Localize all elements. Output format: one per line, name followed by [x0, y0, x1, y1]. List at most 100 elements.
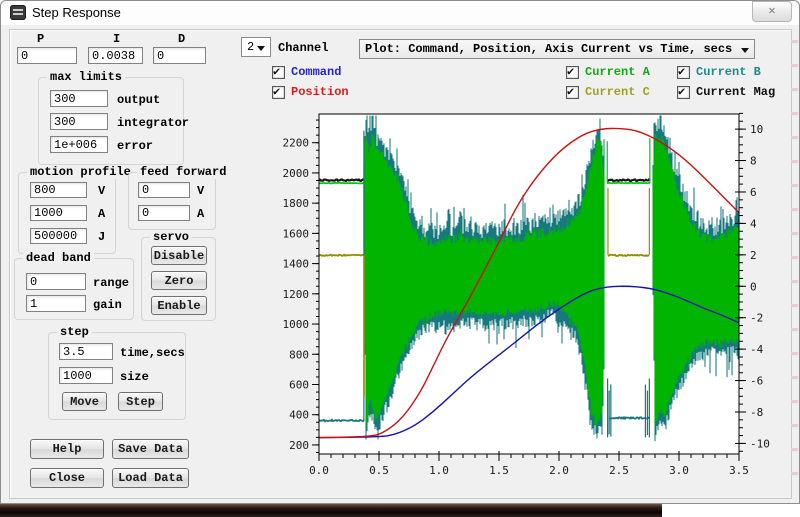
chevron-down-icon	[741, 48, 749, 53]
svg-text:200: 200	[289, 439, 309, 452]
plot-select[interactable]: Plot: Command, Position, Axis Current vs…	[359, 39, 755, 59]
integrator-limit-label: integrator	[117, 116, 189, 130]
trace-current-c	[319, 255, 364, 256]
command-checkbox[interactable]: ✔	[272, 66, 285, 79]
step-size-label: size	[120, 370, 149, 384]
background-artifact	[791, 40, 798, 43]
close-button[interactable]: Close	[30, 468, 104, 488]
background-artifact	[791, 424, 798, 427]
svg-text:0.5: 0.5	[369, 464, 389, 477]
close-window-button[interactable]: ✕	[752, 1, 792, 22]
svg-text:-4: -4	[750, 343, 764, 356]
move-button[interactable]: Move	[62, 392, 107, 411]
current-c-checkbox-label: Current C	[585, 85, 650, 99]
svg-text:-8: -8	[750, 406, 763, 419]
step-size-input[interactable]	[59, 367, 113, 384]
current-b-checkbox-label: Current B	[696, 65, 761, 79]
step-response-chart: 0.00.51.01.52.02.53.03.52004006008001000…	[271, 106, 799, 484]
check-icon: ✔	[678, 84, 685, 99]
trace-current-c	[608, 255, 649, 256]
velocity-input[interactable]	[30, 182, 87, 198]
chart-container: 0.00.51.01.52.02.53.03.52004006008001000…	[271, 106, 799, 484]
check-icon: ✔	[567, 64, 574, 79]
current-a-checkbox[interactable]: ✔	[566, 66, 579, 79]
current-mag-checkbox[interactable]: ✔	[677, 86, 690, 99]
background-window-edge	[0, 504, 662, 517]
svg-text:-2: -2	[750, 312, 763, 325]
background-artifact	[791, 400, 798, 403]
gain-label: gain	[93, 298, 122, 312]
integrator-limit-input[interactable]	[50, 113, 108, 130]
jerk-input[interactable]	[30, 228, 87, 244]
svg-text:1200: 1200	[283, 288, 310, 301]
feed-forward-title: feed forward	[137, 165, 229, 179]
i-label: I	[113, 32, 120, 46]
svg-text:3.0: 3.0	[669, 464, 689, 477]
svg-text:1.5: 1.5	[489, 464, 509, 477]
background-artifact	[791, 376, 798, 379]
i-input[interactable]	[88, 47, 143, 64]
step-title: step	[57, 325, 92, 339]
save-data-button[interactable]: Save Data	[112, 439, 189, 459]
p-label: P	[37, 32, 44, 46]
channel-select[interactable]: 2	[241, 37, 271, 57]
background-artifact	[791, 472, 798, 475]
check-icon: ✔	[567, 84, 574, 99]
current-b-checkbox[interactable]: ✔	[677, 66, 690, 79]
background-artifact	[791, 208, 798, 211]
help-button[interactable]: Help	[30, 439, 104, 459]
range-input[interactable]	[26, 273, 86, 290]
svg-text:-10: -10	[750, 437, 770, 450]
titlebar: Step Response ✕	[1, 1, 799, 25]
ff-accel-input[interactable]	[138, 205, 190, 221]
feed-forward-group: feed forward	[128, 172, 216, 230]
background-artifact	[791, 352, 798, 355]
d-input[interactable]	[153, 47, 206, 64]
load-data-button[interactable]: Load Data	[112, 468, 189, 488]
plot-select-value: Plot: Command, Position, Axis Current vs…	[365, 42, 732, 56]
background-artifact	[791, 256, 798, 259]
svg-text:2.0: 2.0	[549, 464, 569, 477]
step-button[interactable]: Step	[118, 392, 163, 411]
servo-zero-button[interactable]: Zero	[151, 271, 207, 290]
background-artifact	[791, 88, 798, 91]
servo-enable-button[interactable]: Enable	[151, 296, 207, 315]
dead-band-title: dead band	[23, 251, 94, 265]
svg-text:8: 8	[750, 155, 757, 168]
svg-text:2.5: 2.5	[609, 464, 629, 477]
background-artifact	[791, 136, 798, 139]
chevron-down-icon	[257, 46, 265, 51]
background-artifact	[791, 328, 798, 331]
ff-velocity-label: V	[197, 184, 204, 198]
background-artifact	[791, 160, 798, 163]
current-c-checkbox[interactable]: ✔	[566, 86, 579, 99]
check-icon: ✔	[678, 64, 685, 79]
accel-input[interactable]	[30, 205, 87, 221]
svg-text:0.0: 0.0	[309, 464, 329, 477]
background-artifact	[791, 184, 798, 187]
command-checkbox-label: Command	[291, 65, 341, 79]
motion-profile-title: motion profile	[27, 165, 134, 179]
svg-text:-6: -6	[750, 375, 763, 388]
error-limit-input[interactable]	[50, 136, 108, 153]
check-icon: ✔	[273, 64, 280, 79]
background-artifact	[791, 232, 798, 235]
servo-disable-button[interactable]: Disable	[151, 246, 207, 265]
d-label: D	[178, 32, 185, 46]
p-input[interactable]	[17, 47, 77, 64]
step-time-input[interactable]	[59, 343, 113, 360]
position-checkbox[interactable]: ✔	[272, 86, 285, 99]
range-label: range	[93, 276, 129, 290]
background-artifact	[791, 64, 798, 67]
svg-text:1400: 1400	[283, 258, 310, 271]
ff-velocity-input[interactable]	[138, 182, 190, 198]
svg-text:600: 600	[289, 378, 309, 391]
current-mag-checkbox-label: Current Mag	[696, 85, 775, 99]
channel-value: 2	[247, 40, 254, 54]
output-limit-input[interactable]	[50, 90, 108, 107]
svg-text:3.5: 3.5	[729, 464, 749, 477]
jerk-label: J	[98, 230, 105, 244]
gain-input[interactable]	[26, 295, 86, 312]
trace-current-a	[607, 183, 650, 184]
svg-text:1600: 1600	[283, 227, 310, 240]
